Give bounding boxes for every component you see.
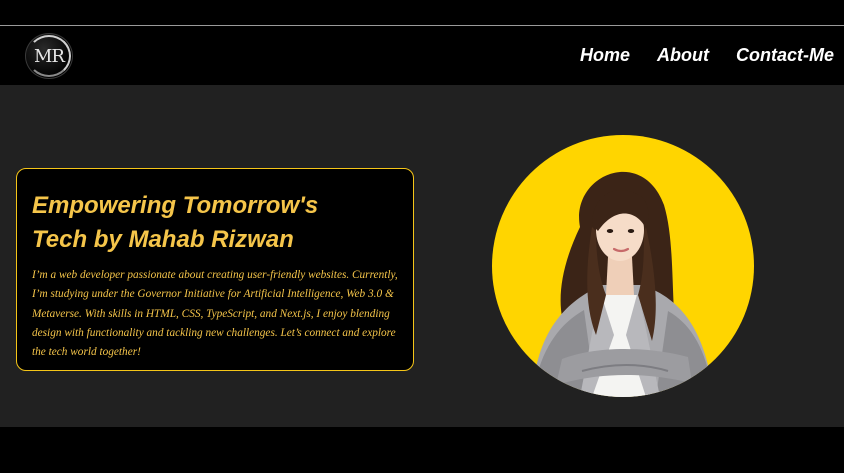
- nav-contact-link[interactable]: Contact-Me: [736, 44, 834, 66]
- navbar: MR Home About Contact-Me: [0, 26, 844, 85]
- profile-photo-illustration: [532, 171, 714, 397]
- logo-monogram: MR: [34, 45, 65, 67]
- headline-line-1: Empowering Tomorrow's: [32, 192, 319, 219]
- footer-bar: [0, 427, 844, 473]
- bio-paragraph: I’m a web developer passionate about cre…: [32, 269, 398, 359]
- hero-headline: Empowering Tomorrow's Tech by Mahab Rizw…: [32, 189, 318, 257]
- intro-card: Empowering Tomorrow's Tech by Mahab Rizw…: [16, 168, 414, 371]
- nav-about-link[interactable]: About: [657, 44, 709, 66]
- headline-line-2: Tech by Mahab Rizwan: [32, 226, 294, 253]
- site-logo[interactable]: MR: [25, 33, 73, 79]
- profile-photo: [492, 135, 754, 397]
- nav-home-link[interactable]: Home: [580, 44, 630, 66]
- hero-section: Empowering Tomorrow's Tech by Mahab Rizw…: [0, 85, 844, 427]
- nav-links: Home About Contact-Me: [580, 44, 834, 66]
